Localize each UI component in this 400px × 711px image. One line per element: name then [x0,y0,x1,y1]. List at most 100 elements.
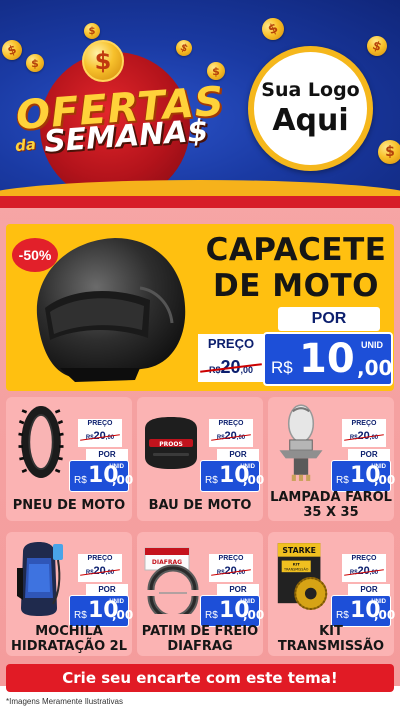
header-banner: $ $ $ $ $ $ $ $ $ $ OFERTAS da SEMANA$ S… [0,0,400,198]
product-name-line1: MOCHILA [35,624,103,639]
price-tag: R$ 10 ,00 UNID [200,460,264,492]
brake-shoe-image: DIAFRAG [144,547,199,614]
old-price-int: 20 [224,430,237,442]
old-price-dec: ,00 [105,570,115,576]
price-unit: UNID [109,599,124,605]
dollar-coin-icon: $ [84,23,100,39]
old-price-box: PREÇO R$20,00 [78,419,122,447]
footer-disclaimer: *Imagens Meramente Ilustrativas [6,697,123,706]
discount-badge: -50% [12,238,58,272]
por-label: POR [278,307,380,331]
featured-name-line1: CAPACETE [205,232,387,268]
old-price-int: 20 [220,357,241,377]
hydration-backpack-image [17,542,63,616]
price-dec: ,00 [112,608,134,622]
product-name-line2: 35 X 35 [303,505,359,520]
product-card-pneu[interactable]: PREÇO R$20,00 POR R$ 10 ,00 UNID PNEU DE… [6,397,134,521]
price-dec: ,00 [374,608,396,622]
dollar-coin-icon: $ [378,140,400,164]
price-tag: R$ 10 ,00 UNID [331,595,395,627]
price-currency: R$ [74,475,87,486]
old-price-currency: R$ [216,570,225,576]
featured-name-line2: DE MOTO [213,268,379,304]
old-price: R$20,00 [342,564,386,581]
price-tag: R$ 10 ,00 UNID [69,595,133,627]
cta-button[interactable]: Crie seu encarte com este tema! [6,664,394,692]
preco-label: PREÇO [198,334,264,354]
price-dec: ,00 [243,608,265,622]
price-tag: R$ 10 ,00 UNID [200,595,264,627]
dollar-coin-icon: $ [207,62,225,80]
preco-label: PREÇO [351,555,377,562]
price-unit: UNID [240,464,255,470]
price-currency: R$ [205,475,218,486]
old-price: R$20,00 [78,564,122,581]
preco-label: PREÇO [218,555,244,562]
price-tag: R$ 10 ,00 UNID [331,460,395,492]
old-price-box: PREÇO R$20,00 [342,554,386,582]
price-unit: UNID [109,464,124,470]
transmission-kit-image: STARKE KIT TRANSMISSÃO [277,543,328,610]
old-price-box: PREÇO R$20,00 [209,554,253,582]
old-price-currency: R$ [85,435,94,441]
dollar-coin-icon: $ [173,37,195,59]
old-price-currency: R$ [349,435,358,441]
old-price-int: 20 [93,565,106,577]
price-currency: R$ [336,610,349,621]
dollar-coin-icon: $ [26,54,44,72]
dollar-coin-icon: $ [0,37,25,63]
price-currency: R$ [336,475,349,486]
old-price-currency: R$ [216,435,225,441]
product-name: PNEU DE MOTO [6,498,132,513]
product-card-patim[interactable]: DIAFRAG PREÇO R$20,00 POR R$ 10 ,00 UNID… [137,532,264,656]
product-card-bau[interactable]: PROOS PREÇO R$20,00 POR R$ 10 ,00 UNID B… [137,397,264,521]
old-price-currency: R$ [208,365,221,375]
price-dec: ,00 [374,473,396,487]
price-dec: ,00 [243,473,265,487]
price-unit: UNID [240,599,255,605]
featured-product-name: CAPACETE DE MOTO [200,232,392,304]
preco-label: PREÇO [351,420,377,427]
product-name-line1: PATIM DE FREIO [141,624,259,639]
product-name: KIT TRANSMISSÃO [268,624,394,654]
kit-box-line2: TRANSMISSÃO [283,566,309,571]
old-price: R$20,00 [342,429,386,446]
price-int: 10 [299,336,355,382]
top-case-image: PROOS [145,417,197,469]
price-currency: R$ [271,358,293,377]
price-dec: ,00 [112,473,134,487]
dollar-coin-icon: $ [364,33,390,59]
product-name: MOCHILA HIDRATAÇÃO 2L [6,624,132,654]
product-name: BAU DE MOTO [137,498,263,513]
price-dec: ,00 [357,356,393,380]
logo-placeholder[interactable]: Sua Logo Aqui [248,46,373,171]
kit-brand-text: STARKE [282,546,316,555]
old-price-int: 20 [357,565,370,577]
old-price-dec: ,00 [240,365,254,375]
product-name: PATIM DE FREIO DIAFRAG [137,624,263,654]
old-price-currency: R$ [349,570,358,576]
title-da: da [14,134,37,156]
old-price: R$20,00 [209,564,253,581]
price-unit: UNID [371,464,386,470]
bau-brand-text: PROOS [159,441,183,448]
old-price-dec: ,00 [236,435,246,441]
product-card-kit[interactable]: STARKE KIT TRANSMISSÃO PREÇO R$20,00 POR… [268,532,395,656]
product-name-line2: TRANSMISSÃO [277,639,385,654]
product-card-mochila[interactable]: PREÇO R$20,00 POR R$ 10 ,00 UNID MOCHILA… [6,532,133,656]
preco-label: PREÇO [87,555,113,562]
dollar-coin-icon: $ [82,40,124,82]
old-price: R$20,00 [209,429,253,446]
product-card-lampada[interactable]: PREÇO R$20,00 POR R$ 10 ,00 UNID LAMPADA… [268,397,395,521]
old-price-box: PREÇO R$20,00 [342,419,386,447]
product-name-line1: KIT [319,624,343,639]
old-price-dec: ,00 [369,570,379,576]
old-price-int: 20 [224,565,237,577]
price-currency: R$ [205,610,218,621]
product-name-line2: HIDRATAÇÃO 2L [11,639,127,654]
dollar-coin-icon: $ [258,14,288,44]
old-price-box: PREÇO R$20,00 [78,554,122,582]
featured-price-tag: R$ 10 ,00 UNID [263,332,393,386]
old-price-dec: ,00 [236,570,246,576]
tire-image [18,406,64,478]
